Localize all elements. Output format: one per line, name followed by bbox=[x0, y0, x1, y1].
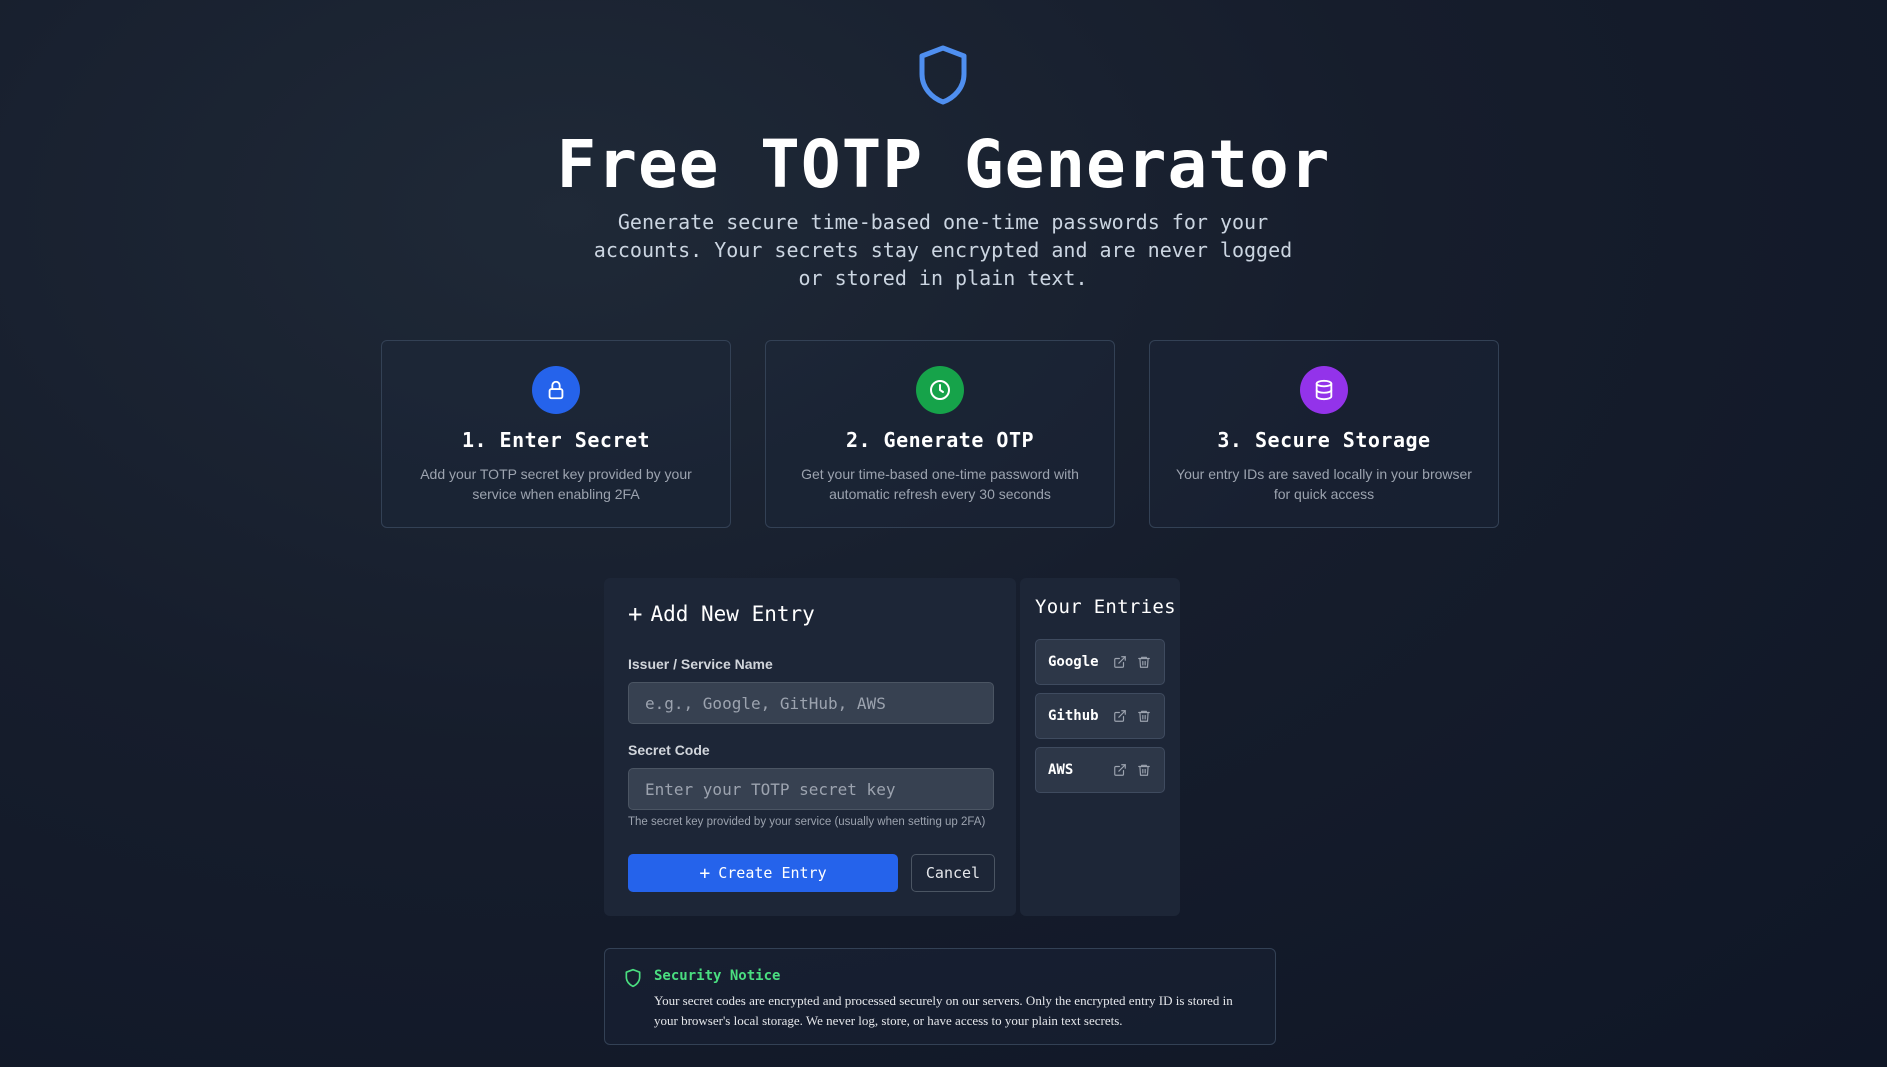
plus-icon: + bbox=[628, 600, 643, 628]
step-title: 2. Generate OTP bbox=[845, 428, 1035, 452]
secret-input[interactable] bbox=[628, 768, 994, 810]
entry-item-github[interactable]: Github bbox=[1035, 693, 1165, 739]
form-heading: + Add New Entry bbox=[628, 602, 815, 626]
external-link-icon[interactable] bbox=[1113, 655, 1127, 669]
step-description: Add your TOTP secret key provided by you… bbox=[420, 466, 692, 502]
external-link-icon[interactable] bbox=[1113, 763, 1127, 777]
shield-icon bbox=[919, 45, 967, 105]
external-link-icon[interactable] bbox=[1113, 709, 1127, 723]
entries-heading: Your Entries bbox=[1035, 596, 1176, 618]
entry-name: AWS bbox=[1048, 762, 1074, 778]
add-entry-form: + Add New Entry Issuer / Service Name Se… bbox=[604, 578, 1016, 916]
create-entry-button[interactable]: + Create Entry bbox=[628, 854, 898, 892]
lock-icon bbox=[532, 366, 580, 414]
clock-icon bbox=[916, 366, 964, 414]
trash-icon[interactable] bbox=[1137, 709, 1151, 723]
issuer-label: Issuer / Service Name bbox=[628, 656, 773, 672]
page-subtitle: Generate secure time-based one-time pass… bbox=[593, 210, 1293, 290]
database-icon bbox=[1300, 366, 1348, 414]
step-card-generate-otp: 2. Generate OTP Get your time-based one-… bbox=[765, 340, 1115, 528]
trash-icon[interactable] bbox=[1137, 655, 1151, 669]
step-description: Your entry IDs are saved locally in your… bbox=[1176, 466, 1472, 502]
cancel-button[interactable]: Cancel bbox=[911, 854, 995, 892]
issuer-input[interactable] bbox=[628, 682, 994, 724]
step-card-secure-storage: 3. Secure Storage Your entry IDs are sav… bbox=[1149, 340, 1499, 528]
entry-name: Github bbox=[1048, 708, 1099, 724]
notice-text: Your secret codes are encrypted and proc… bbox=[654, 993, 1233, 1028]
entry-name: Google bbox=[1048, 654, 1099, 670]
entry-item-google[interactable]: Google bbox=[1035, 639, 1165, 685]
secret-label: Secret Code bbox=[628, 742, 710, 758]
secret-hint: The secret key provided by your service … bbox=[628, 816, 986, 828]
create-entry-label: Create Entry bbox=[718, 864, 827, 882]
step-title: 1. Enter Secret bbox=[461, 428, 651, 452]
entry-item-aws[interactable]: AWS bbox=[1035, 747, 1165, 793]
form-heading-label: Add New Entry bbox=[650, 602, 815, 626]
security-notice: Security Notice Your secret codes are en… bbox=[604, 948, 1276, 1045]
step-title: 3. Secure Storage bbox=[1217, 428, 1431, 452]
entries-panel: Your Entries Google Github AWS bbox=[1020, 578, 1180, 916]
plus-icon: + bbox=[699, 862, 711, 884]
notice-title: Security Notice bbox=[654, 968, 781, 984]
trash-icon[interactable] bbox=[1137, 763, 1151, 777]
step-description: Get your time-based one-time password wi… bbox=[801, 466, 1079, 502]
step-card-enter-secret: 1. Enter Secret Add your TOTP secret key… bbox=[381, 340, 731, 528]
page-title: Free TOTP Generator bbox=[556, 126, 1331, 203]
shield-icon bbox=[625, 968, 641, 988]
